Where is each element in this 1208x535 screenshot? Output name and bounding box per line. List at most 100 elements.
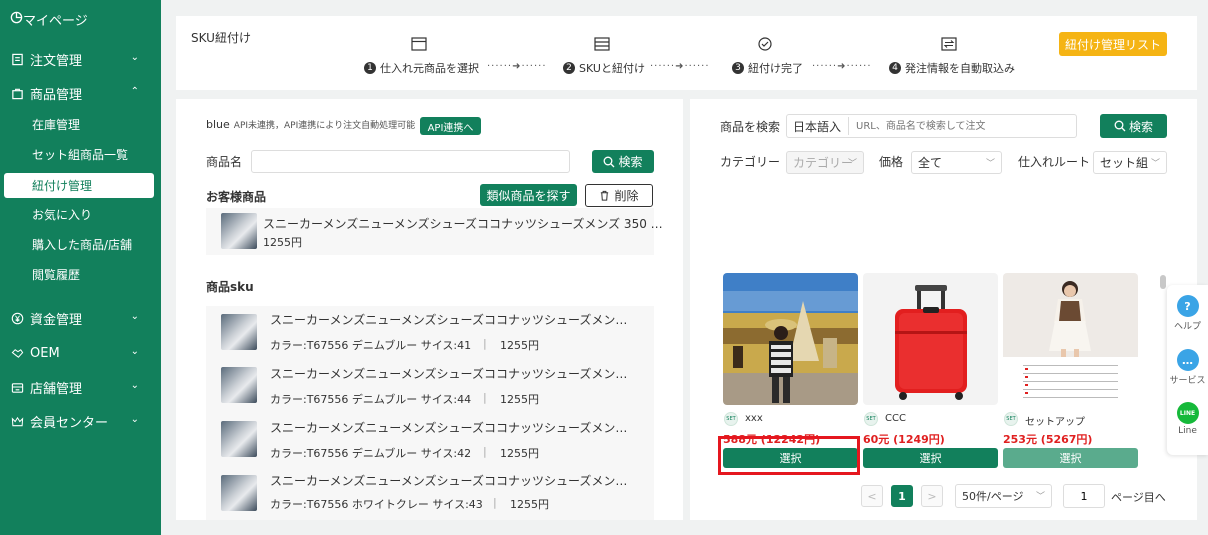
- delete-button[interactable]: 削除: [585, 184, 653, 207]
- route-select[interactable]: セット組 ﹀: [1093, 151, 1167, 174]
- product-sku-heading: 商品sku: [206, 280, 254, 294]
- sidebar-item-mypage[interactable]: マイページ: [0, 0, 161, 38]
- trash-icon: [601, 190, 609, 201]
- search-button-label: 検索: [618, 155, 643, 169]
- page-title: SKU紐付け: [191, 31, 251, 45]
- sku-separator: |: [483, 391, 487, 404]
- service-button[interactable]: … サービス: [1167, 349, 1208, 386]
- step-number: 2: [563, 62, 575, 74]
- help-label: ヘルプ: [1173, 322, 1201, 332]
- sku-title: スニーカーメンズニューメンズシューズココナッツシューズメン…: [270, 421, 628, 435]
- sidebar-menu-orders[interactable]: 注文管理 ⌄: [0, 42, 161, 76]
- list-icon: [594, 37, 610, 51]
- step-4: 4 発注情報を自動取込み: [889, 60, 1015, 76]
- sku-separator: |: [493, 496, 497, 509]
- step-number: 1: [364, 62, 376, 74]
- customer-product-heading: お客様商品: [206, 190, 267, 204]
- line-button[interactable]: LINE Line: [1167, 402, 1208, 436]
- exchange-icon: [941, 37, 957, 51]
- yen-icon: [10, 311, 24, 325]
- step-number: 4: [889, 62, 901, 74]
- search-label: 商品を検索: [720, 120, 781, 134]
- set-badge: SET: [1004, 412, 1018, 426]
- category-select[interactable]: カテゴリー ﹀: [786, 151, 864, 174]
- step-number: 3: [732, 62, 744, 74]
- sidebar-menu-funds[interactable]: 資金管理 ⌄: [0, 301, 161, 335]
- step-2: 2 SKUと紐付け: [563, 60, 645, 76]
- store-icon: [10, 380, 24, 394]
- sidebar-menu-member[interactable]: 会員センター ⌄: [0, 404, 161, 438]
- next-page-button[interactable]: >: [921, 485, 943, 507]
- api-connect-button[interactable]: API連携へ: [420, 117, 481, 135]
- sku-thumbnail: [221, 475, 257, 511]
- product-image[interactable]: [1003, 273, 1138, 405]
- sidebar-item-link-management[interactable]: 紐付け管理: [4, 173, 154, 198]
- chevron-down-icon: ⌄: [130, 380, 139, 391]
- sku-thumbnail: [221, 421, 257, 457]
- price-select[interactable]: 全て ﹀: [911, 151, 1002, 174]
- sku-separator: |: [483, 337, 487, 350]
- page-size-value: 50件/ページ: [962, 490, 1024, 503]
- sku-link-steps-panel: SKU紐付け 1 仕入れ元商品を選択 ······➜······ 2 SKUと紐…: [176, 16, 1197, 90]
- product-search-button[interactable]: 検索: [592, 150, 654, 173]
- sku-attributes: カラー:T67556 デニムブルー サイス:44: [270, 393, 472, 406]
- goto-page-input[interactable]: [1063, 484, 1105, 508]
- sidebar-item-label: マイページ: [23, 13, 88, 29]
- window-icon: [411, 37, 427, 51]
- help-button[interactable]: ? ヘルプ: [1167, 295, 1208, 332]
- select-button[interactable]: 選択: [863, 448, 998, 468]
- chevron-down-icon: ﹀: [1150, 158, 1160, 169]
- goto-page-label: ページ目へ: [1111, 491, 1166, 504]
- chevron-up-icon: ⌃: [130, 86, 139, 97]
- question-icon: ?: [1176, 295, 1199, 317]
- sidebar-item-history[interactable]: 閲覧履歴: [4, 262, 154, 287]
- scrollbar-thumb[interactable]: [1160, 275, 1166, 289]
- sidebar-menu-products[interactable]: 商品管理 ⌃: [0, 76, 161, 110]
- search-button-label: 検索: [1128, 119, 1153, 134]
- sidebar-menu-label: 注文管理: [30, 53, 83, 69]
- chevron-down-icon: ﹀: [847, 158, 857, 169]
- sidebar-item-inventory[interactable]: 在庫管理: [4, 112, 154, 137]
- chevron-down-icon: ⌄: [130, 52, 139, 63]
- link-management-list-button[interactable]: 紐付け管理リスト: [1059, 32, 1167, 56]
- select-button[interactable]: 選択: [1003, 448, 1138, 468]
- card-name: CCC: [885, 413, 906, 424]
- sidebar-item-favorites[interactable]: お気に入り: [4, 202, 154, 227]
- sku-thumbnail: [221, 367, 257, 403]
- sku-thumbnail: [221, 314, 257, 350]
- sku-attributes: カラー:T67556 ホワイトクレー サイス:43: [270, 498, 483, 511]
- chevron-down-icon: ⌄: [130, 414, 139, 425]
- page-1-button[interactable]: 1: [891, 485, 913, 507]
- set-badge: SET: [724, 412, 738, 426]
- highlight-box: [718, 436, 860, 475]
- product-image[interactable]: [723, 273, 858, 405]
- floating-support-bar: ? ヘルプ … サービス LINE Line: [1167, 285, 1208, 455]
- sidebar-menu-label: 会員センター: [30, 415, 109, 431]
- sidebar-item-purchased[interactable]: 購入した商品/店舗: [4, 232, 154, 257]
- search-button[interactable]: 検索: [1100, 114, 1167, 138]
- sidebar-menu-store[interactable]: 店舗管理 ⌄: [0, 370, 161, 404]
- product-image[interactable]: [863, 273, 998, 405]
- supplier-search-panel: 商品を検索 日本語入 検索 カテゴリー カテゴリー ﹀ 価格 全て ﹀ 仕入れル…: [690, 99, 1197, 520]
- sidebar-menu-oem[interactable]: OEM ⌄: [0, 336, 161, 370]
- chevron-down-icon: ﹀: [1035, 491, 1045, 502]
- step-1: 1 仕入れ元商品を選択: [364, 60, 479, 76]
- crown-icon: [10, 414, 24, 428]
- prev-page-button[interactable]: <: [861, 485, 883, 507]
- pie-chart-icon: [10, 11, 23, 28]
- sidebar-item-set-products[interactable]: セット組商品一覧: [4, 142, 154, 167]
- product-thumbnail: [221, 213, 257, 249]
- sku-title: スニーカーメンズニューメンズシューズココナッツシューズメン…: [270, 474, 628, 488]
- find-similar-button[interactable]: 類似商品を探す: [480, 184, 577, 206]
- route-label: 仕入れルート: [1018, 155, 1091, 169]
- card-name: セットアップ: [1025, 417, 1085, 428]
- line-label: Line: [1178, 426, 1197, 436]
- step-3: 3 紐付け完了: [732, 60, 803, 76]
- language-select[interactable]: 日本語入: [793, 118, 841, 135]
- product-name-input[interactable]: [251, 150, 570, 173]
- search-icon: [604, 156, 615, 167]
- page-size-select[interactable]: 50件/ページ ﹀: [955, 484, 1052, 508]
- search-input[interactable]: [856, 117, 1072, 135]
- card-price: 60元 (1249円): [863, 433, 945, 446]
- step-label: 発注情報を自動取込み: [905, 62, 1015, 75]
